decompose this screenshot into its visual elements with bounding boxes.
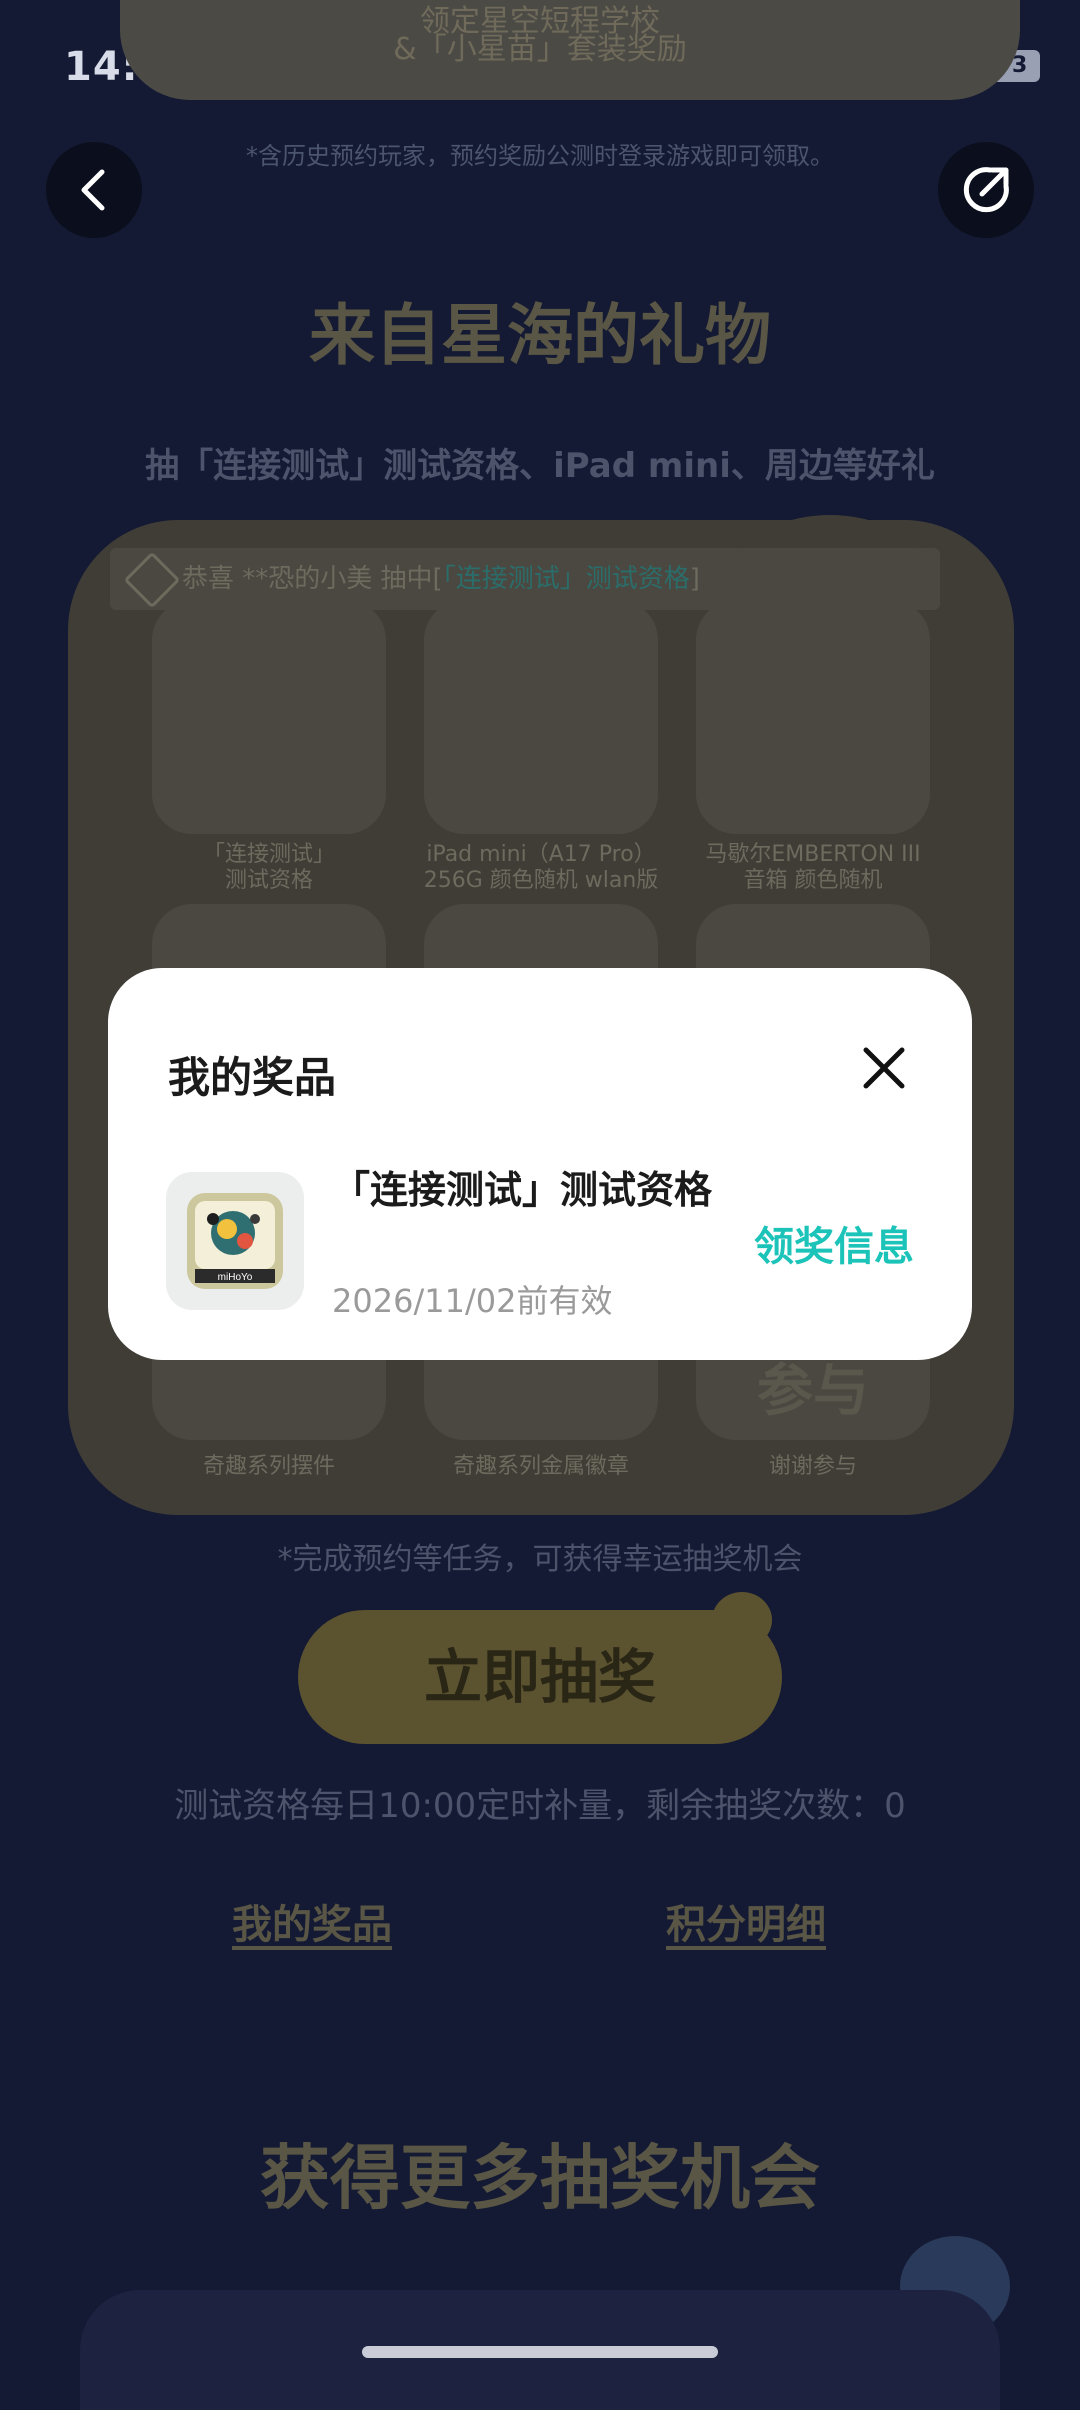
prize-label: iPad mini（A17 Pro） 256G 颜色随机 wlan版 [423,842,659,893]
close-icon [863,1047,905,1089]
remaining-draws-hint: 测试资格每日10:00定时补量，剩余抽奖次数：0 [174,1786,906,1826]
ticker-highlight: 「连接测试」测试资格 [442,564,690,594]
close-button[interactable] [860,1044,908,1092]
chevron-left-icon [81,169,105,211]
share-button[interactable] [938,142,1034,238]
banner-line-2: &「小星苗」套装奖励 [393,32,687,67]
ticker-prefix: 恭喜 **恐的小美 抽中[ [182,564,443,594]
prize-label: 奇趣系列摆件 [202,1454,335,1479]
modal-title: 我的奖品 [168,1053,337,1102]
prize-label: 奇趣系列金属徽章 [452,1454,629,1479]
svg-text:miHoYo: miHoYo [218,1272,253,1283]
more-chances-title: 获得更多抽奖机会 [260,2137,820,2219]
ticker-suffix: ] [689,564,700,594]
prize-label: 谢谢参与 [768,1454,857,1479]
task-hint: *完成预约等任务，可获得幸运抽奖机会 [277,1542,803,1577]
gift-section-subtitle: 抽「连接测试」测试资格、iPad mini、周边等好礼 [145,446,935,486]
my-prizes-modal: 我的奖品 miHoYo 「连接测试」测试资格 2026/11/02前有效 领奖信… [108,968,972,1360]
prize-tile[interactable] [424,600,658,834]
home-indicator[interactable] [362,2346,718,2358]
draw-button[interactable]: 立即抽奖 [298,1610,782,1744]
share-icon [963,167,1009,213]
prize-thumbnail: miHoYo [166,1172,304,1310]
my-prizes-link[interactable]: 我的奖品 [232,1892,392,1950]
prize-label: 马歇尔EMBERTON III 音箱 颜色随机 [705,842,921,893]
prize-tile[interactable] [696,600,930,834]
game-logo-icon: miHoYo [187,1193,283,1289]
prize-label: 「连接测试」 测试资格 [202,842,335,893]
prize-name: 「连接测试」测试资格 [332,1168,713,1212]
prize-tile[interactable] [152,600,386,834]
diamond-icon [123,551,181,609]
history-notice: *含历史预约玩家，预约奖励公测时登录游戏即可领取。 [246,142,834,170]
claim-info-link[interactable]: 领奖信息 [754,1214,914,1272]
points-detail-link[interactable]: 积分明细 [666,1892,826,1950]
prize-validity: 2026/11/02前有效 [332,1282,613,1320]
back-button[interactable] [46,142,142,238]
gift-section-title: 来自星海的礼物 [309,297,771,374]
